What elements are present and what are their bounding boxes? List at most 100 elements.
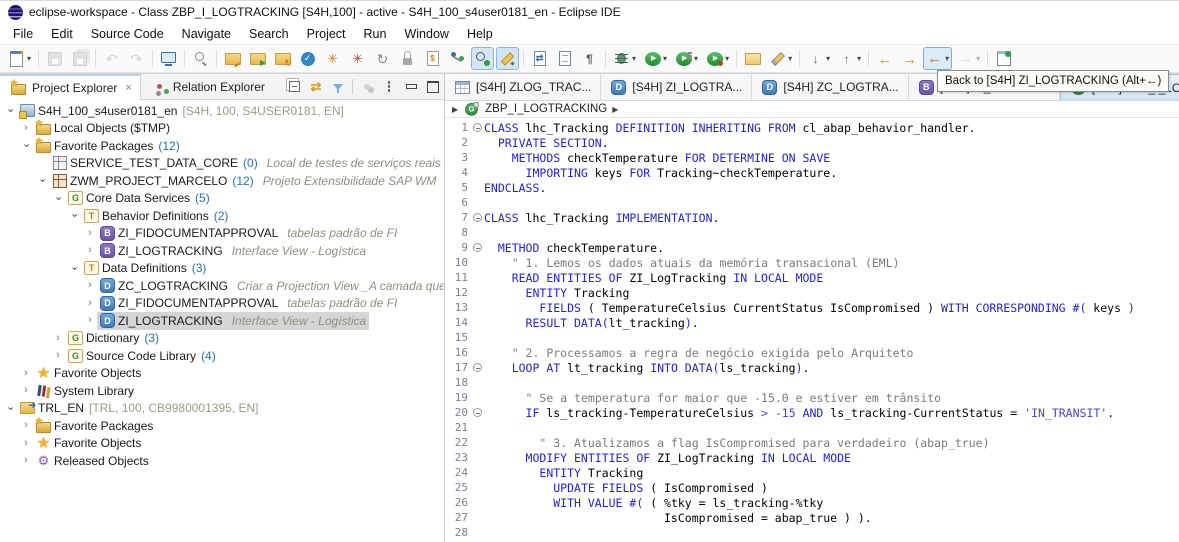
tree-expander-icon[interactable]: › [83,297,97,309]
tree-expander-icon[interactable]: › [83,280,97,291]
line-number[interactable]: 9 [445,241,471,254]
line-number[interactable]: 17 [445,361,471,374]
tree-expander-icon[interactable]: › [83,245,97,256]
view-tab-project-explorer[interactable]: Project Explorer × [0,73,141,100]
focus-on-active-task-button[interactable] [357,78,377,96]
tree-expander-icon[interactable]: › [51,350,65,361]
external-tools-button[interactable]: ▾ [766,47,795,70]
tree-expander-icon[interactable]: › [51,193,65,204]
menu-project[interactable]: Project [298,25,355,43]
code-editor[interactable]: 1 CLASS lhc_Tracking DEFINITION INHERITIN… [445,118,1179,542]
collapse-fold-icon[interactable] [473,123,482,132]
show-whitespace-characters-button[interactable]: ¶ [578,47,601,70]
tree-expander-icon[interactable]: › [19,437,33,449]
minimize-button[interactable] [401,78,421,96]
tree-expander-icon[interactable]: › [3,403,17,414]
line-number[interactable]: 18 [445,376,471,389]
tree-expander-icon[interactable]: › [19,367,33,379]
line-number[interactable]: 25 [445,481,471,494]
rerun-atc-check-button[interactable]: ✳ [346,47,369,70]
line-number[interactable]: 13 [445,301,471,314]
tree-expander-icon[interactable]: › [67,263,81,274]
line-number[interactable]: 11 [445,271,471,284]
tree-item-zi-logtracking[interactable]: › ZI_LOGTRACKING Interface View - Logístic… [0,242,444,260]
link-with-editor-button[interactable] [306,78,326,96]
line-number[interactable]: 27 [445,511,471,524]
tree-expander-icon[interactable]: › [19,420,33,431]
menu-source-code[interactable]: Source Code [82,25,173,43]
line-number[interactable]: 4 [445,166,471,179]
redo-button[interactable]: ↷ [125,47,148,70]
previous-annotation-button[interactable]: ↑ ▾ [835,47,864,70]
line-number[interactable]: 7 [445,211,471,224]
tree-item-dictionary[interactable]: › Dictionary (3) [0,330,444,348]
menu-help[interactable]: Help [458,25,502,43]
tree-item-behavior-definitions[interactable]: › Behavior Definitions (2) [0,207,444,225]
tree-item-favorite-packages[interactable]: › Favorite Packages [0,417,444,435]
menu-window[interactable]: Window [395,25,457,43]
show-source-outline-button[interactable] [553,47,576,70]
fold-column[interactable] [471,243,484,252]
tree-item-service-test-data-core[interactable]: SERVICE_TEST_DATA_CORE (0) Local de testes… [0,155,444,173]
dropdown-caret-icon[interactable]: ▾ [826,54,830,63]
tree-expander-icon[interactable]: › [19,455,33,466]
menu-file[interactable]: File [4,25,42,43]
tree-item-zwm-project-marcelo[interactable]: › ZWM_PROJECT_MARCELO (12) Projeto Extensib… [0,172,444,190]
breadcrumb-arrow-icon[interactable]: ▶ [612,105,618,114]
tree-item-released-objects[interactable]: › Released Objects [0,452,444,470]
profile-button[interactable]: ▾ [703,47,732,70]
collapse-fold-icon[interactable] [473,363,482,372]
dropdown-caret-icon[interactable]: ▾ [945,54,949,63]
filters-button[interactable] [328,78,348,96]
tree-expander-icon[interactable]: › [35,175,49,186]
dropdown-caret-icon[interactable]: ▾ [27,54,31,63]
tree-expander-icon[interactable]: › [19,140,33,151]
breadcrumb-arrow-icon[interactable]: ▶ [452,105,458,114]
tree-item-trl-en[interactable]: › TRL_EN [TRL, 100, CB9980001395, EN] [0,400,444,418]
dropdown-caret-icon[interactable]: ▾ [725,54,729,63]
line-number[interactable]: 3 [445,151,471,164]
dropdown-caret-icon[interactable]: ▾ [857,54,861,63]
line-number[interactable]: 6 [445,196,471,209]
transport-organizer-button[interactable] [421,47,444,70]
next-edit-location-button[interactable]: → [898,47,921,70]
fold-column[interactable] [471,408,484,417]
menu-run[interactable]: Run [355,25,396,43]
maximize-button[interactable] [423,78,443,96]
save-all-button[interactable] [68,47,91,70]
dropdown-caret-icon[interactable]: ▾ [976,54,980,63]
tree-item-zi-fidocumentapproval[interactable]: › ZI_FIDOCUMENTAPPROVAL tabelas padrão de … [0,295,444,313]
tree-item-favorite-objects[interactable]: › Favorite Objects [0,365,444,383]
line-number[interactable]: 23 [445,451,471,464]
forward-button[interactable]: → ▾ [954,47,983,70]
toggle-syntax-highlight-button[interactable] [496,47,520,70]
tree-expander-icon[interactable]: › [19,385,33,396]
tree-expander-icon[interactable]: › [51,332,65,344]
last-edit-location-button[interactable]: ← [873,47,896,70]
next-annotation-button[interactable]: ↓ ▾ [804,47,833,70]
line-number[interactable]: 14 [445,316,471,329]
fold-column[interactable] [471,213,484,222]
tree-item-core-data-services[interactable]: › Core Data Services (5) [0,190,444,208]
tree-item-favorite-packages[interactable]: › Favorite Packages (12) [0,137,444,155]
lock-object-button[interactable] [396,47,419,70]
coverage-button[interactable]: ▾ [672,47,701,70]
dropdown-caret-icon[interactable]: ▾ [788,54,792,63]
breadcrumb-label[interactable]: ZBP_I_LOGTRACKING [485,103,607,115]
tree-item-zi-logtracking[interactable]: › ZI_LOGTRACKING Interface View - Logístic… [0,312,444,330]
refresh-button[interactable]: ↻ [371,47,394,70]
check-abap-object-button[interactable] [296,47,319,70]
fold-column[interactable] [471,123,484,132]
open-file-button[interactable] [741,47,764,70]
element-chain-button[interactable] [446,47,469,70]
run-atc-check-button[interactable]: ✳ [321,47,344,70]
toggle-mark-occurrences-button[interactable] [471,47,495,70]
new-wizard-button[interactable]: ▾ [5,47,34,70]
activate-multiple-button[interactable] [271,47,294,70]
line-number[interactable]: 26 [445,496,471,509]
open-abap-development-object-button[interactable] [221,47,244,70]
dropdown-caret-icon[interactable]: ▾ [663,54,667,63]
line-number[interactable]: 15 [445,331,471,344]
line-number[interactable]: 12 [445,286,471,299]
view-menu-button[interactable] [379,78,399,96]
